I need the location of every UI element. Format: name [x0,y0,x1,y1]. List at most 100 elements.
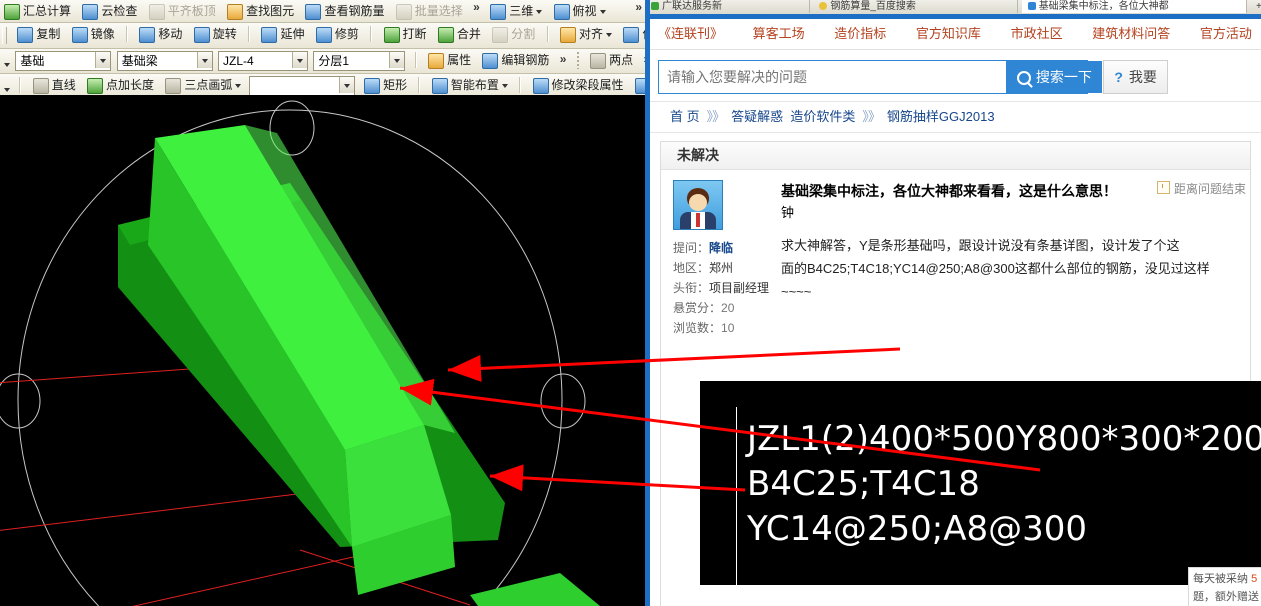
tool-cloud-check[interactable]: 云检查 [78,0,141,22]
tool-break[interactable]: 打断 [380,23,431,48]
tab-label: 钢筋算量_百度搜索 [830,1,916,12]
cad-annotation-image: JZL1(2)400*500Y800*300*200 B4C25;T4C18 Y… [700,381,1261,585]
chevron-down-icon[interactable] [605,32,612,37]
chevron-down-icon[interactable] [4,87,10,92]
avatar[interactable] [673,180,723,230]
browser-window-edge [645,0,650,606]
combo-value: 分层1 [318,54,350,68]
nav-item-lianliankan[interactable]: 《连联刊》 [658,19,723,49]
tool-properties[interactable]: 属性 [424,49,475,73]
discipline-combo[interactable]: 基础 [15,51,112,71]
tool-move[interactable]: 移动 [135,23,186,48]
chevron-down-icon[interactable] [95,52,111,68]
tool-label: 三点画弧 [184,78,233,92]
nav-item-knowledge-base[interactable]: 官方知识库 [916,19,981,49]
nav-item-material-qa[interactable]: 建筑材料问答 [1092,19,1170,49]
annotation-line-3: YC14@250;A8@300 [747,509,1088,549]
divider [546,26,549,42]
tool-rotate[interactable]: 旋转 [190,23,241,48]
toolbar-grip[interactable] [2,26,7,44]
search-box[interactable]: 搜索一下 [658,60,1103,94]
extend-icon [261,26,278,43]
tool-3d-view[interactable]: 三维 [486,0,546,22]
tool-mirror[interactable]: 镜像 [68,23,119,48]
tool-label: 批量选择 [414,4,463,18]
viewport-canvas[interactable] [0,95,645,606]
tool-edit-rebar[interactable]: 编辑钢筋 [478,49,553,73]
meta-row-views: 浏览数：10 [673,318,781,338]
toast-text: 每天被采纳 [1193,573,1248,585]
chevron-down-icon[interactable] [196,52,212,68]
question-text-line-1: 求大神解答，Y是条形基础吗，跟设计说没有条基详图，设计发了个这 [781,238,1180,253]
meta-value-username[interactable]: 降临 [709,241,733,255]
ask-question-button[interactable]: ? 我要 [1103,60,1168,94]
divider [126,26,129,42]
nav-item-official-events[interactable]: 官方活动 [1200,19,1252,49]
tool-label: 镜像 [90,27,115,41]
tool-trim[interactable]: 修剪 [312,23,363,48]
mirror-icon [71,26,88,43]
nav-item-municipal-community[interactable]: 市政社区 [1011,19,1063,49]
chevron-down-icon[interactable] [4,62,10,67]
draw-option-combo[interactable] [248,76,355,96]
meta-value: 20 [721,301,735,315]
tool-find-element[interactable]: 查找图元 [223,0,298,22]
browser-tab-2[interactable]: 基础梁集中标注，各位大神都 [1021,0,1247,13]
combo-value: 基础梁 [121,54,158,68]
tool-top-view[interactable]: 俯视 [550,0,610,22]
toolbar-overflow-chevron-2[interactable]: » [557,52,570,66]
nav-item-suanke-gongchang[interactable]: 算客工场 [753,19,805,49]
breadcrumb-level1[interactable]: 答疑解惑 [731,109,783,124]
combo-value: 基础 [20,54,45,68]
tool-view-rebar-qty[interactable]: 查看钢筋量 [301,0,388,22]
promo-toast[interactable]: 每天被采纳 5 题，额外赠送 [1188,567,1261,606]
rectangle-icon [364,77,381,94]
breadcrumb-level3[interactable]: 钢筋抽样GGJ2013 [887,109,995,124]
3d-viewport[interactable] [0,95,645,606]
cad-toolbar-area: 汇总计算 云检查 平齐板顶 查找图元 查看钢筋量 批量选择 » 三维 俯视 » … [0,0,645,98]
browser-tab-0[interactable]: 广联达服务新 [645,0,810,13]
chevron-down-icon[interactable] [389,52,405,68]
meta-value: 郑州 [709,261,734,275]
question-body: 提问：降临 地区：郑州 头衔：项目副经理 悬赏分：20 浏览数：10 距离问题结… [661,170,1250,338]
toolbar-overflow-chevron-0[interactable]: » [470,0,483,14]
offset-icon [623,26,640,43]
chevron-down-icon[interactable] [338,77,354,93]
question-countdown-tail: 钟 [781,205,795,220]
countdown-label: 距离问题结束 [1173,182,1246,196]
chevron-down-icon[interactable] [235,83,242,88]
tool-extend[interactable]: 延伸 [257,23,308,48]
toolbar-edit-tools: 复制 镜像 移动 旋转 延伸 修剪 打断 合并 分割 对齐 偏移 » [0,23,645,49]
question-mark-icon: ? [1114,69,1123,85]
smart-layout-icon [431,77,448,94]
chevron-down-icon[interactable] [599,9,606,14]
chevron-down-icon[interactable] [501,83,508,88]
site-top-nav: 《连联刊》 算客工场 造价指标 官方知识库 市政社区 建筑材料问答 官方活动 建… [650,19,1261,50]
chevron-down-icon[interactable] [292,52,308,68]
browser-new-tab-button[interactable]: + [1250,0,1261,13]
breadcrumb-home[interactable]: 首 页 [670,109,700,124]
tab-favicon-icon [651,2,659,11]
search-button[interactable]: 搜索一下 [1006,61,1103,93]
tool-offset[interactable]: 偏移 [619,23,645,48]
tool-two-point[interactable]: 两点 [586,49,637,73]
tool-align[interactable]: 对齐 [556,23,616,48]
breadcrumb-level2[interactable]: 造价软件类 [790,109,855,124]
chevron-down-icon[interactable] [536,9,543,14]
tool-merge[interactable]: 合并 [434,23,485,48]
search-button-label: 搜索一下 [1035,69,1092,85]
toolbar-grip-dots[interactable] [575,51,580,69]
cube-icon [490,3,507,20]
element-name-combo[interactable]: JZL-4 [218,51,309,71]
tool-sum-calc[interactable]: 汇总计算 [0,0,75,22]
tool-label: 直线 [51,78,76,92]
layer-combo[interactable]: 分层1 [313,51,406,71]
search-input[interactable] [659,61,1003,93]
batch-select-icon [395,3,412,20]
tool-copy[interactable]: 复制 [13,23,64,48]
browser-tab-1[interactable]: 钢筋算量_百度搜索 [813,0,1019,13]
element-type-combo[interactable]: 基础梁 [116,51,213,71]
nav-item-zaojia-zhibiao[interactable]: 造价指标 [834,19,886,49]
toolbar-overflow-chevron-0b[interactable]: » [632,0,645,14]
tab-label: 基础梁集中标注，各位大神都 [1038,1,1169,12]
